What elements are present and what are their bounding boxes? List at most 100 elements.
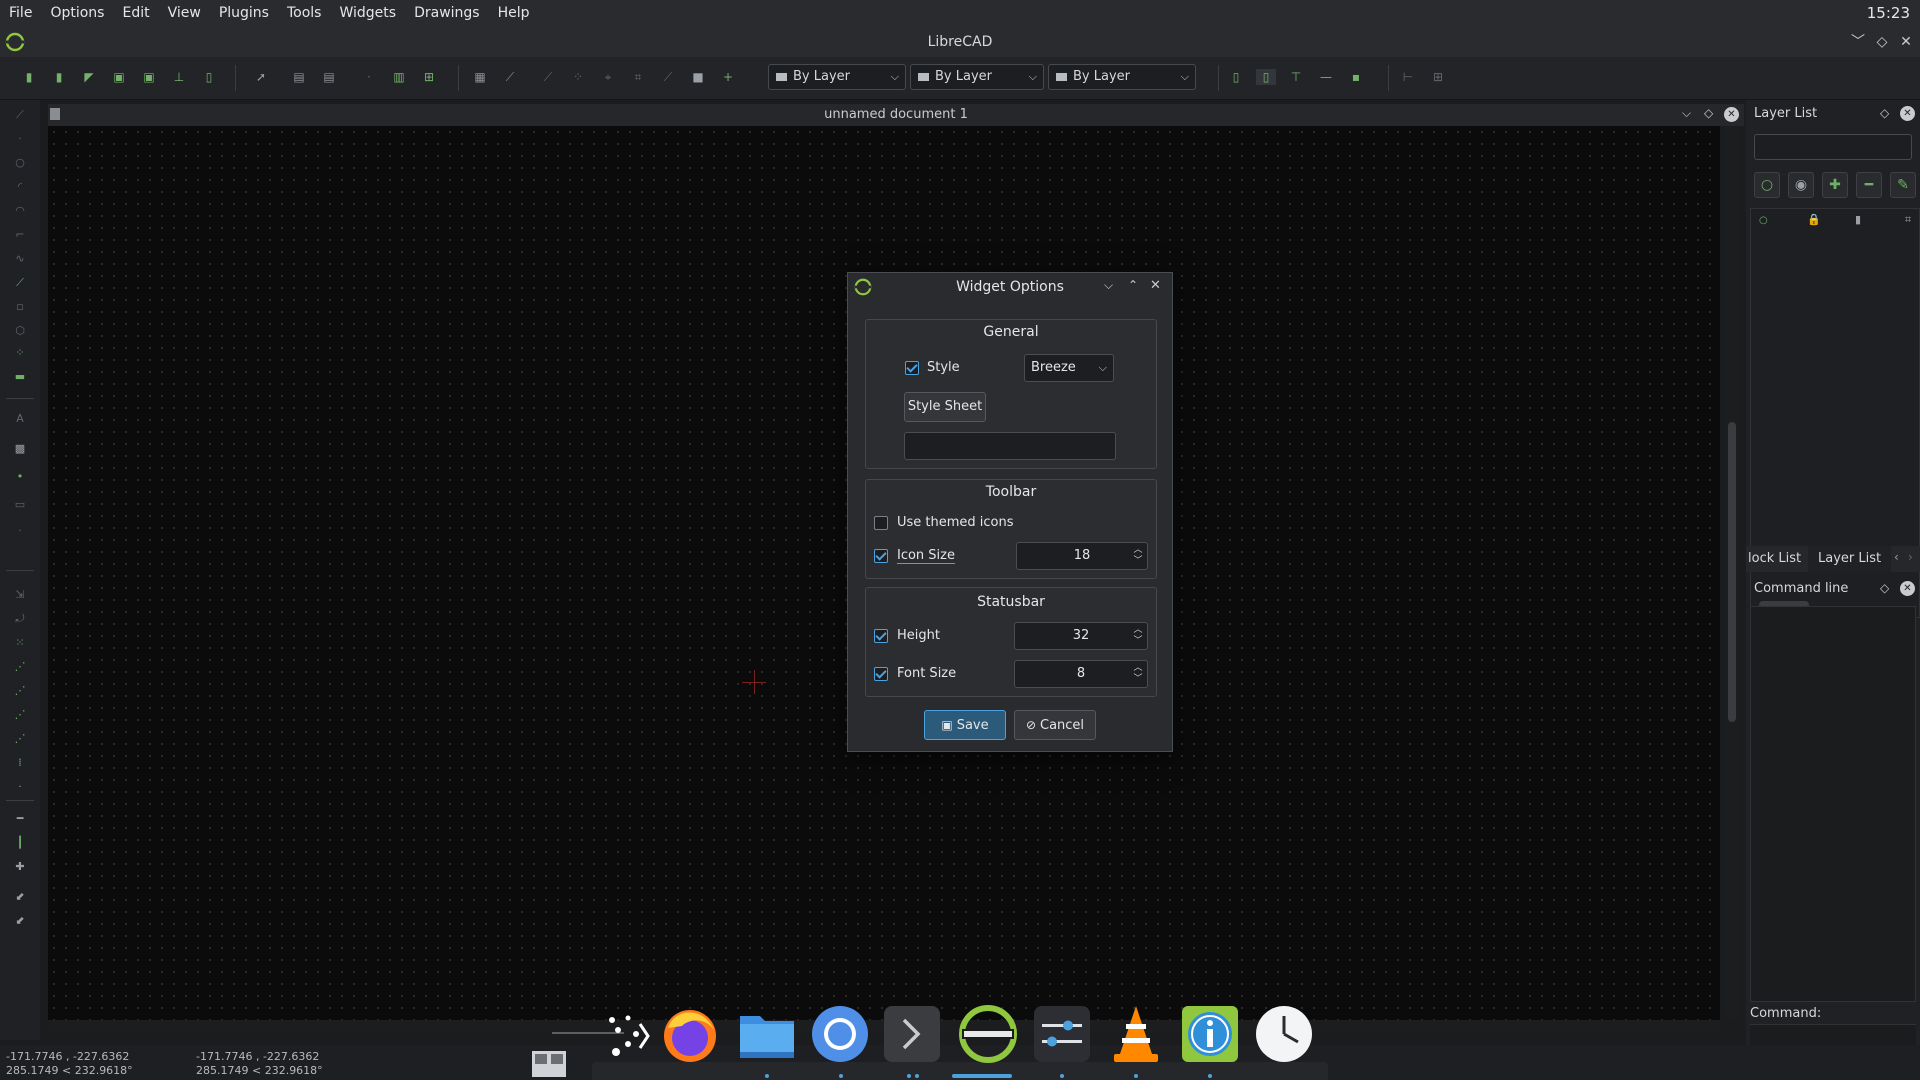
info-area-icon[interactable]: ✚ — [12, 860, 28, 874]
panel-close-icon[interactable]: ✕ — [1900, 106, 1915, 121]
pen-color-select[interactable]: By Layer ⌵ — [768, 64, 906, 90]
style-checkbox[interactable] — [905, 361, 919, 375]
tab-scroll-left-icon[interactable]: ‹ — [1894, 550, 1899, 564]
save-as-icon[interactable]: ▣ — [141, 69, 157, 85]
image-tool-icon[interactable]: ▭ — [12, 498, 28, 512]
paste-icon[interactable]: ▤ — [321, 69, 337, 85]
hide-all-layers-icon[interactable]: ◉ — [1788, 172, 1814, 198]
edit-layer-icon[interactable]: ✎ — [1890, 172, 1916, 198]
snap-middle-icon[interactable]: ■ — [690, 69, 706, 85]
tab-scroll-right-icon[interactable]: › — [1908, 550, 1913, 564]
canvas-vertical-scrollbar[interactable] — [1726, 126, 1738, 1020]
modify-offset-icon[interactable]: ⋰ — [12, 732, 28, 746]
menu-view[interactable]: View — [159, 0, 210, 27]
modify-scale-icon[interactable]: ⁙ — [12, 636, 28, 650]
line-type-select[interactable]: By Layer ⌵ — [910, 64, 1044, 90]
tangent-tool-icon[interactable]: ⁘ — [12, 346, 28, 360]
ellipse-tool-icon[interactable]: ◠ — [12, 204, 28, 218]
modify-round-icon[interactable]: · — [12, 780, 28, 794]
snap-endpoint-icon[interactable]: ⌖ — [600, 69, 616, 85]
command-close-icon[interactable]: ✕ — [1900, 581, 1915, 596]
undo-icon[interactable]: · — [361, 69, 377, 85]
height-spinbox[interactable]: 32 ︿ ﹀ — [1014, 622, 1148, 650]
command-float-icon[interactable]: ◇ — [1880, 581, 1889, 595]
block-insert-icon[interactable]: · — [12, 524, 28, 538]
line-tool-icon[interactable]: ⟋ — [12, 108, 28, 122]
font-size-spinbox[interactable]: 8 ︿ ﹀ — [1014, 660, 1148, 688]
doc-float-icon[interactable]: ◇ — [1704, 106, 1713, 120]
menu-plugins[interactable]: Plugins — [210, 0, 278, 27]
layer-tool-icon[interactable]: ▥ — [391, 69, 407, 85]
chromium-icon[interactable] — [810, 1004, 870, 1064]
new-template-icon[interactable]: ▮ — [51, 69, 67, 85]
menu-help[interactable]: Help — [489, 0, 539, 27]
doc-close-icon[interactable]: ✕ — [1724, 107, 1739, 122]
show-all-layers-icon[interactable]: ○ — [1754, 172, 1780, 198]
open-file-icon[interactable]: ◤ — [81, 69, 97, 85]
icon-size-spinbox[interactable]: 18 ︿ ﹀ — [1016, 542, 1148, 570]
select-all-icon[interactable]: ⬋ — [12, 890, 28, 904]
restrict-vertical-icon[interactable]: — — [1318, 69, 1334, 85]
spin-up-icon[interactable]: ︿ — [1133, 545, 1143, 555]
panel-float-icon[interactable]: ◇ — [1880, 106, 1889, 120]
restrict-horizontal-icon[interactable]: ⊤ — [1288, 69, 1304, 85]
block-tool-icon[interactable]: ⊞ — [421, 69, 437, 85]
freehand-tool-icon[interactable]: ⟋ — [12, 276, 28, 290]
firefox-icon[interactable] — [660, 1004, 720, 1064]
remove-layer-icon[interactable]: ━ — [1856, 172, 1882, 198]
spin-down-icon[interactable]: ﹀ — [1133, 674, 1143, 684]
modify-bevel-icon[interactable]: ⁞ — [12, 756, 28, 770]
icon-size-checkbox[interactable] — [874, 549, 888, 563]
snap-intersection-icon[interactable]: + — [720, 69, 736, 85]
menu-edit[interactable]: Edit — [113, 0, 158, 27]
modify-rotate-icon[interactable]: ⤾ — [12, 612, 28, 626]
layer-filter-input[interactable] — [1754, 134, 1912, 160]
modify-move-icon[interactable]: ⇲ — [12, 588, 28, 602]
scrollbar-thumb[interactable] — [1728, 422, 1736, 722]
dialog-minimize-icon[interactable]: ⌵ — [1104, 278, 1113, 293]
themed-icons-checkbox[interactable] — [874, 516, 888, 530]
rectangle-tool-icon[interactable]: ▫ — [12, 300, 28, 314]
spline-tool-icon[interactable]: ∿ — [12, 252, 28, 266]
modify-trim-icon[interactable]: ⋰ — [12, 684, 28, 698]
modify-stretch-icon[interactable]: ⋰ — [12, 708, 28, 722]
save-icon[interactable]: ▣ — [111, 69, 127, 85]
spin-down-icon[interactable]: ﹀ — [1133, 556, 1143, 566]
font-size-checkbox[interactable] — [874, 667, 888, 681]
command-input[interactable] — [1750, 1024, 1916, 1045]
dialog-maximize-icon[interactable]: ⌃ — [1128, 278, 1138, 292]
info-distance-icon[interactable]: ━ — [12, 812, 28, 826]
parallel-tool-icon[interactable]: ▬ — [12, 370, 28, 384]
select-pointer-icon[interactable]: ➚ — [253, 69, 269, 85]
style-sheet-button[interactable]: Style Sheet — [904, 392, 986, 422]
restrict-orthogonal-icon[interactable]: ▯ — [1256, 69, 1276, 85]
terminal-icon[interactable] — [884, 1006, 940, 1062]
restore-icon[interactable]: ◇ — [1872, 32, 1892, 52]
copy-icon[interactable]: ▤ — [291, 69, 307, 85]
circle-tool-icon[interactable]: ○ — [12, 156, 28, 170]
polygon-tool-icon[interactable]: ⬡ — [12, 324, 28, 338]
snap-free-icon[interactable]: ⟋ — [540, 69, 556, 85]
text-tool-icon[interactable]: A — [12, 412, 28, 426]
add-layer-icon[interactable]: ✚ — [1822, 172, 1848, 198]
deselect-icon[interactable]: ⬋ — [12, 914, 28, 928]
info-center-icon[interactable] — [1182, 1006, 1238, 1062]
dimension-tool-icon[interactable]: • — [12, 470, 28, 484]
vlc-icon[interactable] — [1108, 1004, 1164, 1064]
tab-block-list[interactable]: lock List — [1746, 546, 1811, 572]
snap-entity-icon[interactable]: ⌗ — [630, 69, 646, 85]
lock-relative-zero-icon[interactable]: ⊞ — [1430, 69, 1446, 85]
files-icon[interactable] — [738, 1008, 796, 1062]
point-tool-icon[interactable]: · — [12, 132, 28, 146]
style-select[interactable]: Breeze ⌵ — [1024, 354, 1114, 382]
export-icon[interactable]: ⊥ — [171, 69, 187, 85]
snap-grid-icon[interactable]: ⁘ — [570, 69, 586, 85]
draft-icon[interactable]: ⟋ — [502, 69, 518, 85]
spin-up-icon[interactable]: ︿ — [1133, 625, 1143, 635]
tab-layer-list[interactable]: Layer List — [1808, 546, 1892, 572]
doc-minimize-icon[interactable]: ⌵ — [1682, 106, 1691, 121]
line-width-select[interactable]: By Layer ⌵ — [1048, 64, 1196, 90]
cancel-button[interactable]: ⊘ Cancel — [1014, 710, 1096, 740]
grid-icon[interactable]: ▦ — [472, 69, 488, 85]
minimize-icon[interactable]: ﹀ — [1848, 32, 1868, 52]
